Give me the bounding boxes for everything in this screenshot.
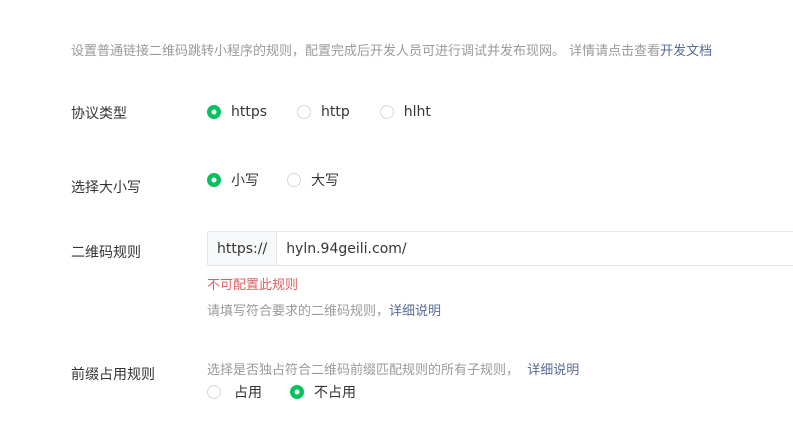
prefix-rule-help-text: 选择是否独占符合二维码前缀匹配规则的所有子规则， — [207, 363, 520, 378]
prefix-radio-not-occupy[interactable]: 不占用 — [290, 382, 356, 402]
qr-rule-input[interactable] — [277, 232, 793, 265]
case-radio-upper[interactable]: 大写 — [287, 170, 339, 190]
prefix-rule-radio-group: 占用 不占用 — [207, 382, 356, 402]
radio-unchecked-icon — [207, 385, 221, 399]
radio-unchecked-icon — [379, 105, 394, 119]
protocol-option-hlht: hlht — [403, 104, 431, 120]
radio-checked-icon — [207, 105, 221, 119]
prefix-option-occupy: 占用 — [234, 385, 262, 401]
protocol-option-https: https — [231, 104, 268, 120]
protocol-radio-http[interactable]: http — [297, 104, 350, 120]
qr-rule-label: 二维码规则 — [71, 245, 141, 261]
qr-rule-input-group: https:// — [207, 231, 793, 266]
intro-text: 设置普通链接二维码跳转小程序的规则，配置完成后开发人员可进行调试并发布现网。 详… — [71, 40, 712, 59]
radio-unchecked-icon — [297, 105, 312, 119]
qr-rule-error: 不可配置此规则 — [207, 278, 299, 293]
protocol-option-http: http — [321, 104, 350, 120]
qr-rule-config-page: 设置普通链接二维码跳转小程序的规则，配置完成后开发人员可进行调试并发布现网。 详… — [0, 0, 793, 439]
dev-docs-link[interactable]: 开发文档 — [660, 44, 712, 59]
protocol-radio-https[interactable]: https — [207, 104, 267, 120]
qr-rule-detail-link[interactable]: 详细说明 — [389, 304, 441, 319]
intro-description: 设置普通链接二维码跳转小程序的规则，配置完成后开发人员可进行调试并发布现网。 详… — [71, 44, 661, 59]
radio-checked-icon — [290, 385, 304, 399]
prefix-rule-label: 前缀占用规则 — [71, 367, 155, 383]
prefix-rule-help: 选择是否独占符合二维码前缀匹配规则的所有子规则， 详细说明 — [207, 359, 579, 378]
qr-rule-prefix: https:// — [208, 232, 278, 265]
protocol-radio-hlht[interactable]: hlht — [379, 104, 431, 120]
qr-rule-help-text: 请填写符合要求的二维码规则， — [207, 304, 390, 319]
radio-unchecked-icon — [287, 173, 301, 187]
radio-checked-icon — [207, 173, 221, 187]
case-radio-lower[interactable]: 小写 — [207, 170, 259, 190]
protocol-radio-group: https http hlht — [207, 104, 431, 120]
prefix-rule-detail-link[interactable]: 详细说明 — [527, 363, 579, 378]
case-option-upper: 大写 — [311, 173, 339, 189]
protocol-type-label: 协议类型 — [71, 106, 127, 122]
case-label: 选择大小写 — [71, 180, 141, 196]
prefix-option-not-occupy: 不占用 — [314, 385, 356, 401]
prefix-radio-occupy[interactable]: 占用 — [207, 382, 262, 402]
case-option-lower: 小写 — [231, 173, 259, 189]
qr-rule-help: 请填写符合要求的二维码规则，详细说明 — [207, 300, 441, 319]
case-radio-group: 小写 大写 — [207, 170, 339, 190]
